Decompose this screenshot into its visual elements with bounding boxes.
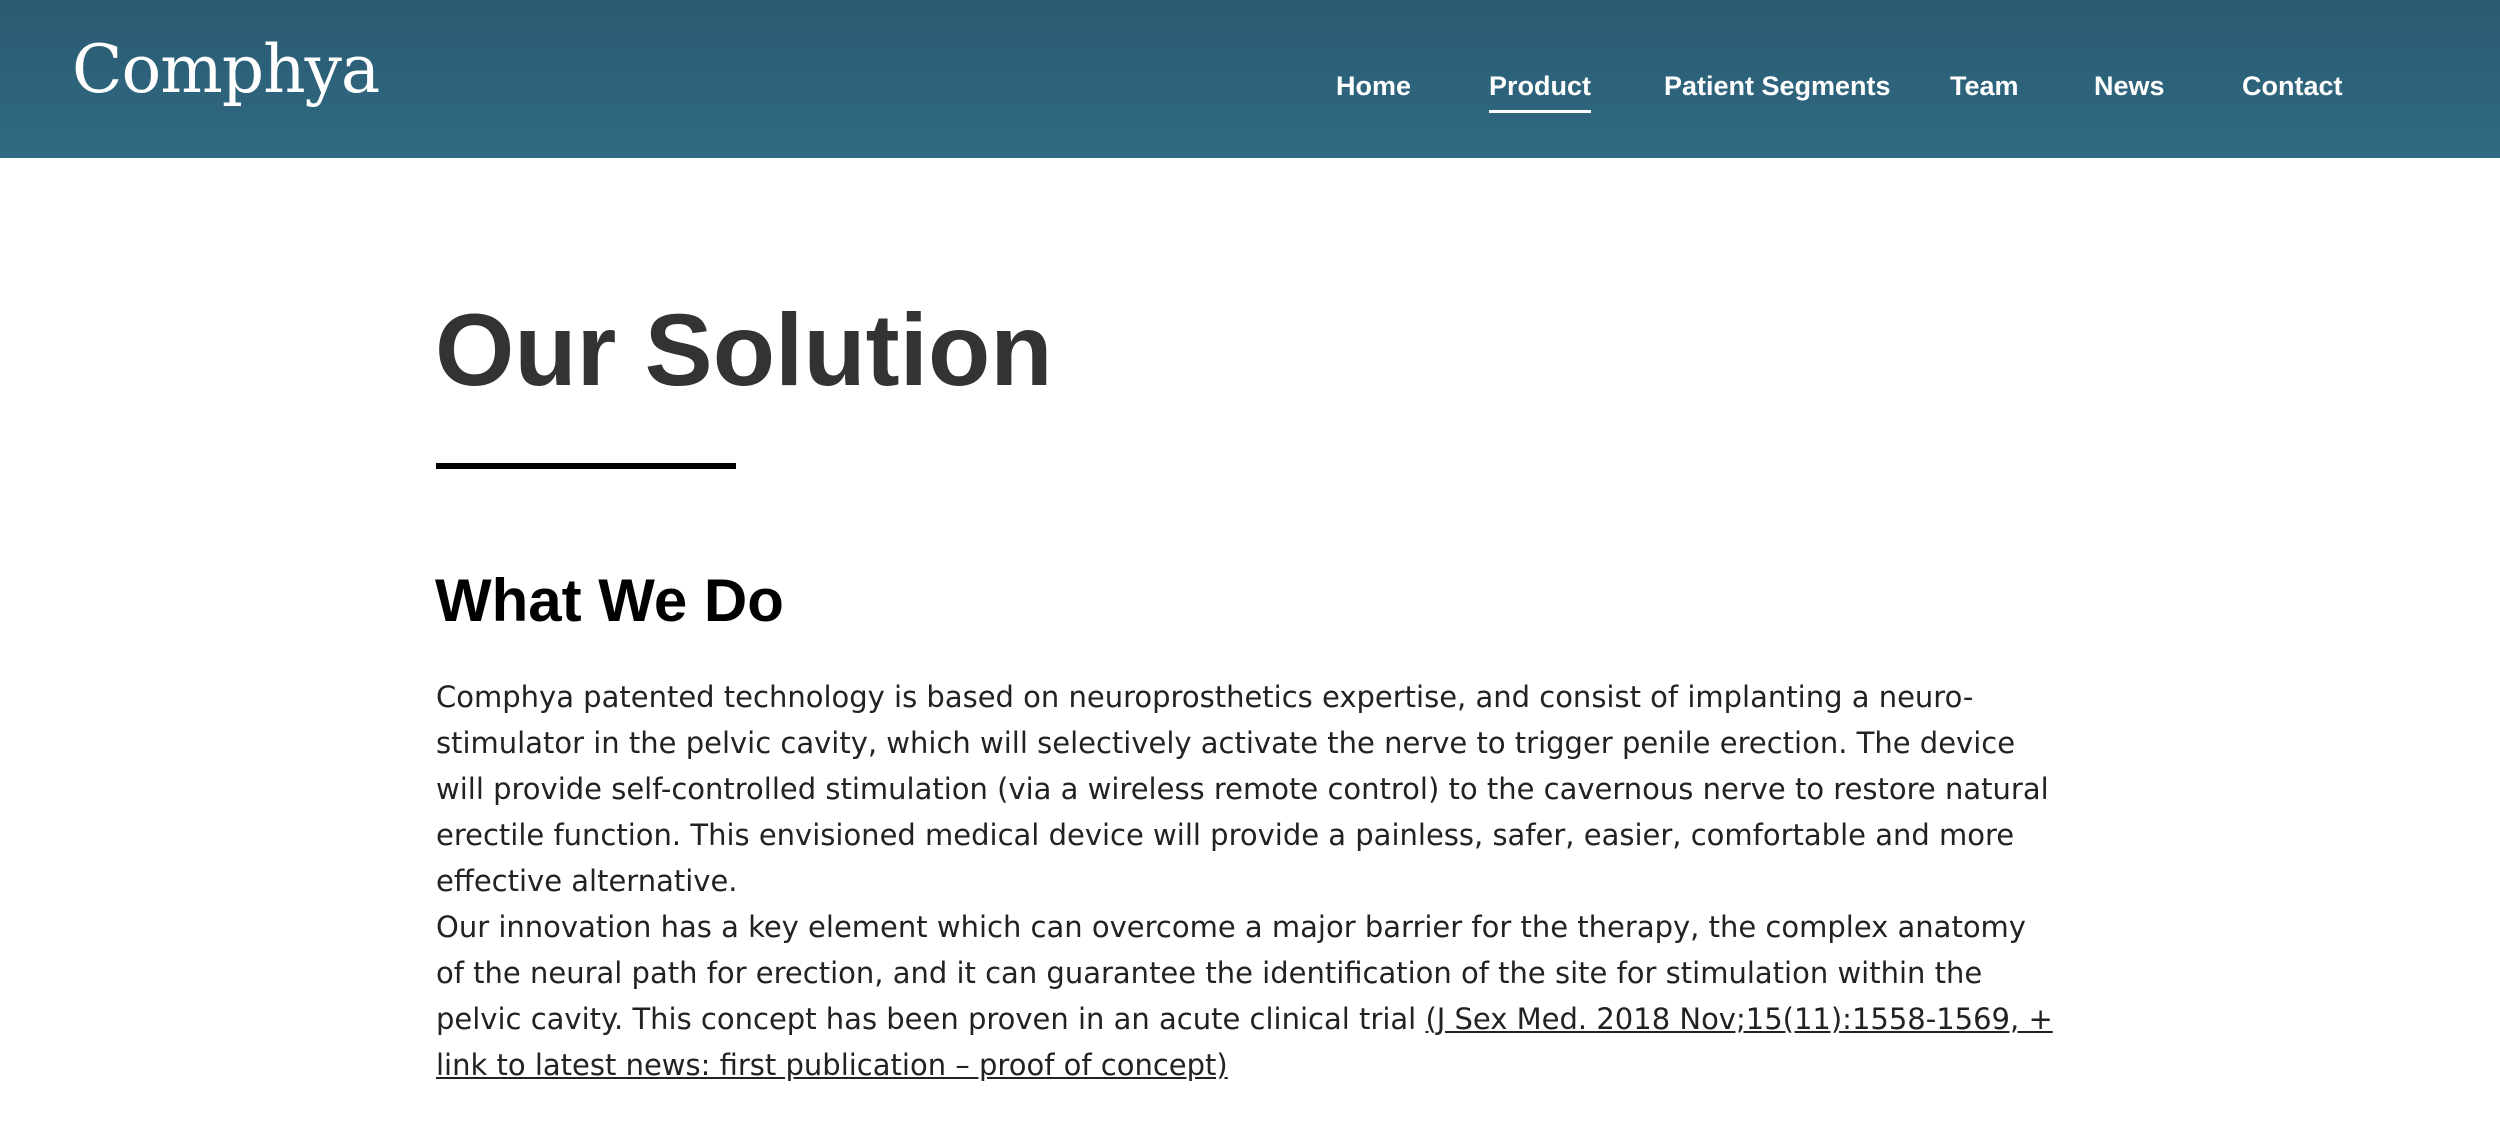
nav-team[interactable]: Team xyxy=(1950,68,2019,108)
nav-patient-segments[interactable]: Patient Segments xyxy=(1664,68,1891,108)
nav-news[interactable]: News xyxy=(2094,68,2165,108)
title-divider xyxy=(436,463,736,469)
site-header: Comphya Home Product Patient Segments Te… xyxy=(0,0,2500,158)
section-heading: What We Do xyxy=(435,567,784,634)
intro-paragraph: Comphya patented technology is based on … xyxy=(436,680,2049,898)
nav-contact[interactable]: Contact xyxy=(2242,68,2343,108)
nav-product[interactable]: Product xyxy=(1489,68,1592,113)
innovation-paragraph: Our innovation has a key element which c… xyxy=(436,904,2056,1088)
page-title: Our Solution xyxy=(435,293,1053,407)
nav-home[interactable]: Home xyxy=(1336,68,1411,108)
site-logo[interactable]: Comphya xyxy=(72,30,380,110)
